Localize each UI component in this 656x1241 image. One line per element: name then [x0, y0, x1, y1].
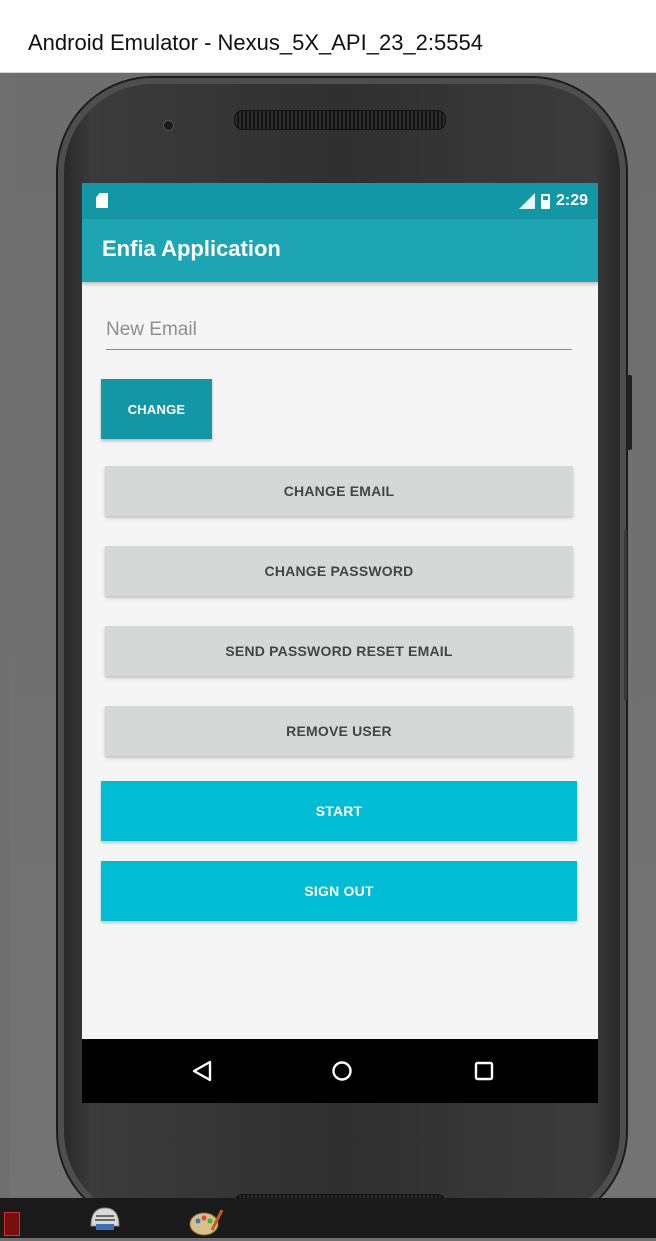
volume-button[interactable]	[624, 530, 627, 700]
app-title: Enfia Application	[102, 236, 281, 261]
email-field-container	[106, 313, 572, 350]
new-email-input[interactable]	[106, 313, 572, 347]
send-password-reset-button[interactable]: SEND PASSWORD RESET EMAIL	[105, 626, 573, 676]
remove-user-button[interactable]: REMOVE USER	[105, 706, 573, 756]
start-button[interactable]: START	[101, 781, 577, 841]
helmet-icon[interactable]	[88, 1204, 122, 1239]
recents-icon[interactable]	[468, 1055, 500, 1087]
app-icon[interactable]	[4, 1212, 20, 1236]
phone-screen: 2:29 Enfia Application CHANGE CHANGE EMA…	[82, 183, 598, 1103]
change-button[interactable]: CHANGE	[101, 379, 212, 439]
power-button[interactable]	[627, 375, 632, 450]
home-icon[interactable]	[326, 1055, 358, 1087]
status-bar: 2:29	[82, 183, 598, 219]
signal-icon	[518, 193, 535, 209]
status-right: 2:29	[518, 191, 588, 211]
emulator-titlebar[interactable]: Android Emulator - Nexus_5X_API_23_2:555…	[0, 0, 656, 73]
navigation-bar	[82, 1039, 598, 1103]
sign-out-button[interactable]: SIGN OUT	[101, 861, 577, 921]
back-icon[interactable]	[186, 1055, 218, 1087]
sdcard-icon	[96, 193, 108, 208]
change-email-button[interactable]: CHANGE EMAIL	[105, 466, 573, 516]
status-time: 2:29	[555, 192, 588, 209]
paint-icon[interactable]	[188, 1206, 224, 1241]
app-bar: Enfia Application	[82, 219, 598, 282]
change-password-button[interactable]: CHANGE PASSWORD	[105, 546, 573, 596]
window-title: Android Emulator - Nexus_5X_API_23_2:555…	[28, 30, 483, 55]
earpiece-speaker	[234, 110, 446, 130]
battery-icon	[540, 193, 550, 209]
front-camera	[163, 120, 174, 131]
